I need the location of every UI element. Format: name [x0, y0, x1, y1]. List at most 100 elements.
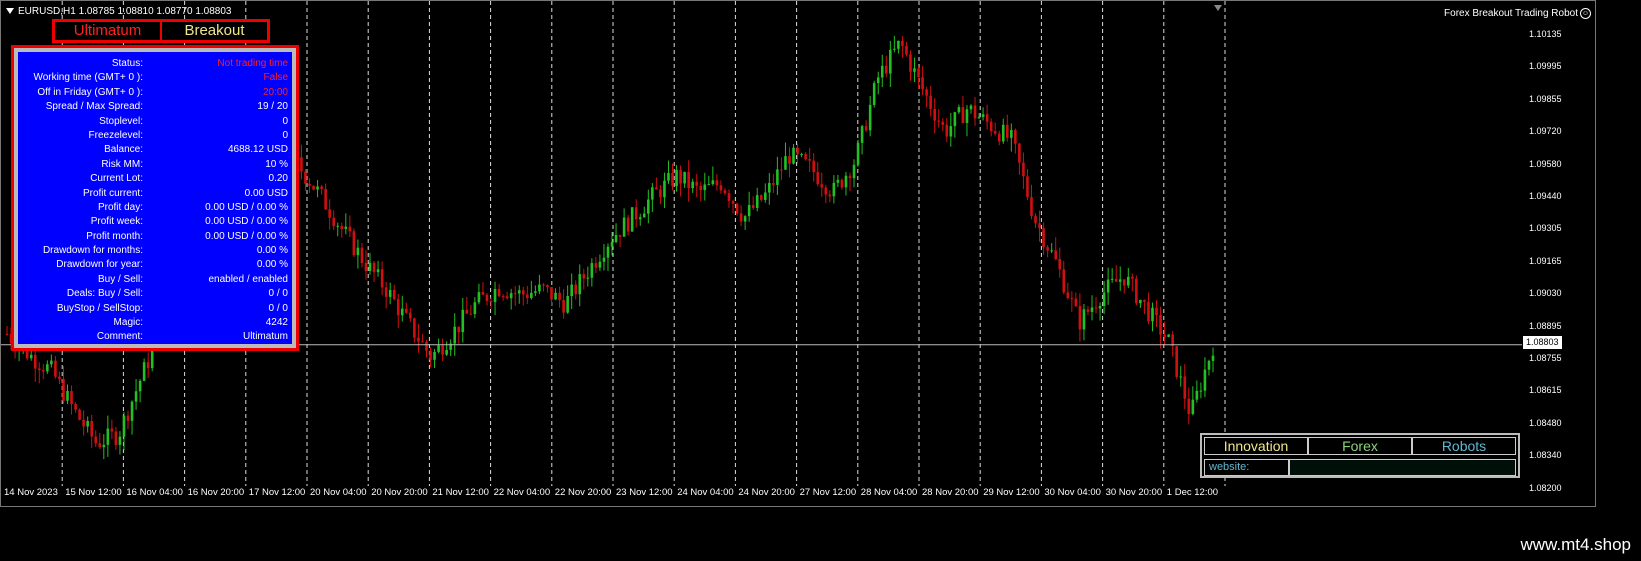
info-row-value: 0.00 %	[256, 245, 288, 257]
bull-candle	[1199, 390, 1203, 392]
bear-candle	[469, 313, 473, 315]
info-row-label: Freezelevel:	[88, 129, 143, 141]
bull-candle	[647, 199, 650, 214]
bear-candle	[634, 207, 638, 220]
time-tick-label: 24 Nov 04:00	[677, 487, 734, 498]
bull-candle	[437, 345, 440, 352]
bear-candle	[5, 333, 9, 335]
bear-candle	[1094, 307, 1098, 309]
info-row-label: Balance:	[104, 144, 143, 156]
bear-candle	[1135, 278, 1138, 304]
bear-candle	[848, 175, 852, 179]
bear-candle	[1155, 307, 1158, 316]
bull-candle	[433, 351, 436, 360]
bear-candle	[146, 362, 150, 369]
bear-candle	[405, 308, 408, 313]
time-tick-label: 16 Nov 20:00	[187, 487, 245, 498]
bull-candle	[1195, 390, 1199, 400]
bull-candle	[130, 401, 134, 421]
bear-candle	[1018, 143, 1021, 163]
info-row-value: False	[263, 72, 288, 84]
bull-candle	[868, 104, 872, 131]
bear-candle	[905, 45, 908, 55]
bear-candle	[961, 107, 965, 123]
bear-candle	[937, 120, 941, 122]
info-row-label: Status:	[111, 58, 143, 69]
bull-candle	[889, 49, 892, 74]
bear-candle	[82, 419, 85, 427]
tab-innovation[interactable]: Innovation	[1204, 437, 1308, 455]
info-row: Drawdown for months: 0.00 %	[18, 244, 292, 258]
bull-candle	[1102, 292, 1106, 306]
bear-candle	[772, 182, 775, 185]
bear-candle	[985, 114, 989, 122]
bear-candle	[1143, 299, 1146, 302]
bear-candle	[901, 40, 904, 46]
bear-candle	[626, 217, 630, 232]
website-row: website:	[1204, 459, 1516, 476]
bear-candle	[997, 133, 1001, 142]
bear-candle	[1131, 276, 1134, 279]
price-tick-label: 1.09580	[1529, 158, 1562, 169]
tab-forex[interactable]: Forex	[1308, 437, 1412, 455]
info-row-label: Drawdown for months:	[42, 245, 143, 257]
bear-candle	[413, 318, 416, 338]
bear-candle	[917, 68, 920, 78]
bull-candle	[856, 142, 860, 165]
bear-candle	[824, 187, 828, 195]
info-row-label: Deals: Buy / Sell:	[66, 288, 143, 300]
price-tick-label: 1.08615	[1529, 385, 1562, 396]
bear-candle	[671, 172, 674, 187]
bull-candle	[981, 114, 985, 118]
bear-candle	[485, 294, 489, 301]
website-field[interactable]	[1289, 459, 1516, 476]
bull-candle	[142, 362, 146, 381]
info-row-label: Profit month:	[86, 230, 143, 242]
bull-candle	[755, 195, 759, 208]
info-row-label: Current Lot:	[90, 173, 143, 185]
info-row: Profit day: 0.00 USD / 0.00 %	[18, 201, 292, 215]
info-row-value: 0	[282, 115, 288, 127]
bull-candle	[566, 296, 569, 313]
time-axis[interactable]: 14 Nov 2023 15 Nov 12:00 16 Nov 04:00 16 No…	[0, 485, 1521, 505]
bull-candle	[844, 175, 848, 188]
price-axis[interactable]: 1.10135 1.09995 1.09855 1.09720 1.09580 1.094…	[1521, 0, 1596, 507]
time-tick-label: 22 Nov 20:00	[554, 487, 612, 498]
bull-candle	[1118, 279, 1122, 282]
bear-candle	[320, 186, 323, 189]
bear-candle	[1114, 278, 1118, 282]
info-row: Working time (GMT+ 0 ): False	[18, 71, 292, 85]
time-tick-label: 16 Nov 04:00	[126, 487, 183, 498]
bull-candle	[509, 293, 513, 299]
time-tick-label: 30 Nov 20:00	[1105, 487, 1163, 498]
mode-breakout-button[interactable]: Breakout	[162, 22, 267, 40]
bear-candle	[731, 201, 735, 204]
bear-candle	[989, 121, 993, 132]
bear-candle	[110, 428, 114, 432]
bear-candle	[933, 108, 936, 121]
bull-candle	[1082, 309, 1086, 330]
triangle-down-icon[interactable]	[6, 8, 14, 15]
chart-shift-icon[interactable]	[1214, 5, 1222, 11]
chart-header: EURUSD,H1 1.08785 1.08810 1.08770 1.0880…	[6, 6, 232, 17]
tab-robots[interactable]: Robots	[1412, 437, 1516, 455]
time-tick-label: 14 Nov 2023	[4, 487, 58, 498]
info-row-label: Comment:	[96, 331, 143, 343]
bear-candle	[840, 179, 844, 188]
time-tick-label: 23 Nov 12:00	[616, 487, 673, 498]
info-row-value: 4242	[265, 317, 288, 329]
bear-candle	[695, 181, 699, 186]
mode-ultimatum-button[interactable]: Ultimatum	[55, 22, 162, 40]
bull-candle	[106, 428, 110, 445]
bull-candle	[1179, 376, 1183, 378]
bull-candle	[675, 169, 678, 187]
bull-candle	[1098, 305, 1102, 309]
bull-candle	[610, 242, 614, 247]
bear-candle	[429, 350, 432, 360]
bear-candle	[816, 172, 820, 185]
bear-candle	[562, 300, 565, 313]
info-row: Profit current: 0.00 USD	[18, 187, 292, 201]
bull-candle	[336, 225, 340, 227]
bull-candle	[969, 105, 973, 110]
bull-candle	[46, 364, 49, 372]
